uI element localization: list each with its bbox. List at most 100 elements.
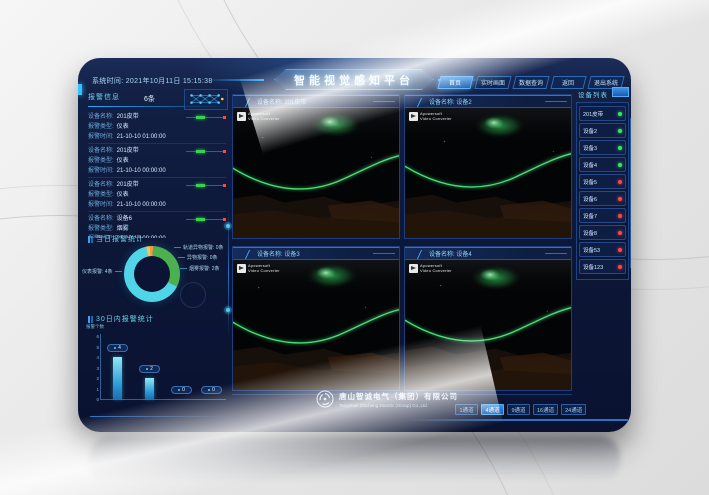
device-row[interactable]: 设备6 [579, 191, 626, 206]
channel-button-4[interactable]: 4通道 [481, 404, 504, 415]
platform-title: 智能视觉感知平台 [294, 72, 414, 88]
device-name: 设备5 [583, 178, 597, 186]
device-row[interactable]: 设备7 [579, 208, 626, 223]
alarm-timeline-slider[interactable] [186, 184, 226, 187]
bar-value-badge: 2 [139, 365, 160, 373]
alarm-timeline-slider[interactable] [186, 116, 226, 119]
video-scene [233, 260, 399, 390]
y-tick: 1 [87, 387, 99, 392]
company-name-en: Tangshan Zhicheng Electric (Group) Co.,L… [339, 403, 458, 408]
bar-value-badge: 4 [107, 344, 128, 352]
status-dot [618, 248, 622, 252]
device-label: 设备名称: [88, 214, 114, 224]
video-cell-3[interactable]: 设备名称: 设备3 Apowe [232, 246, 400, 391]
device-name: 设备53 [583, 246, 600, 254]
video-frame[interactable]: Apowersoft Video Converter [233, 108, 399, 238]
channel-button-1[interactable]: 1通道 [455, 404, 478, 415]
footer-line [408, 419, 628, 421]
channel-buttons: 1通道 4通道 9通道 16通道 24通道 [455, 404, 586, 415]
alarm-timeline-slider[interactable] [186, 150, 226, 153]
type-value: 烟雾 [117, 224, 129, 234]
platform-title-frame: 智能视觉感知平台 [274, 69, 434, 90]
device-value: 设备6 [117, 214, 132, 224]
alarm-item[interactable]: 设备名称:201皮带 报警类型:仪表 报警时间:21-10-10 00:00:0… [88, 144, 226, 178]
device-name: 设备6 [583, 195, 597, 203]
screenshot-stage: 系统时间: 2021年10月11日 15:15:38 智能视觉感知平台 首页 实… [0, 0, 709, 495]
device-row[interactable]: 设备4 [579, 157, 626, 172]
bar-value-badge: 0 [171, 386, 192, 394]
title-bar-decoration [88, 236, 90, 243]
device-row[interactable]: 201皮带 [579, 106, 626, 121]
donut-chart [124, 246, 180, 302]
device-list: 201皮带 设备2 设备3 设备4 设备5 设备6 设备7 设备8 设备53 设… [576, 102, 629, 280]
alarm-section-title: 报警信息 [88, 92, 120, 102]
y-tick: 3 [87, 366, 99, 371]
glow-dot [226, 224, 230, 228]
device-list-tab-button[interactable] [612, 87, 629, 97]
video-frame[interactable]: Apowersoft Video Converter [405, 108, 571, 238]
glow-dot [226, 308, 230, 312]
device-row[interactable]: 设备3 [579, 140, 626, 155]
title-bar-decoration [88, 316, 90, 323]
nav-button-data-query[interactable]: 数据查询 [512, 76, 549, 89]
watermark-line2: Video Converter [248, 269, 280, 274]
device-label: 设备名称: [88, 112, 114, 122]
donut-callout: 轨道异物报警: 0条 [174, 244, 224, 251]
video-scene [405, 260, 571, 390]
nav-button-back[interactable]: 返回 [550, 76, 586, 89]
time-label: 报警时间: [88, 132, 114, 142]
bar [113, 357, 122, 399]
channel-button-24[interactable]: 24通道 [561, 404, 586, 415]
device-row[interactable]: 设备53 [579, 242, 626, 257]
watermark-line2: Video Converter [420, 269, 452, 274]
video-scene [405, 108, 571, 238]
corner-accent [78, 84, 82, 95]
alarm-item[interactable]: 设备名称:201皮带 报警类型:仪表 报警时间:21-10-10 00:00:0… [88, 178, 226, 212]
device-label: 设备名称: [88, 180, 114, 190]
type-label: 报警类型: [88, 122, 114, 132]
video-title-bar: 设备名称: 设备4 [405, 247, 571, 260]
channel-button-9[interactable]: 9通道 [507, 404, 530, 415]
bar-value-badge: 0 [201, 386, 222, 394]
device-row[interactable]: 设备8 [579, 225, 626, 240]
apowersoft-logo-icon [409, 264, 418, 273]
status-dot [618, 146, 622, 150]
channel-button-16[interactable]: 16通道 [533, 404, 558, 415]
top-nav: 首页 实时画面 数据查询 返回 退出系统 [439, 76, 623, 89]
device-row[interactable]: 设备2 [579, 123, 626, 138]
type-label: 报警类型: [88, 156, 114, 166]
status-dot [618, 197, 622, 201]
video-title: 设备名称: 设备4 [429, 249, 472, 258]
y-tick: 6 [87, 334, 99, 339]
status-dot [618, 265, 622, 269]
nav-button-live-view[interactable]: 实时画面 [474, 76, 511, 89]
device-row[interactable]: 设备5 [579, 174, 626, 189]
device-name: 设备8 [583, 229, 597, 237]
time-value: 21-10-10 00:00:00 [117, 200, 166, 210]
video-title: 设备名称: 设备2 [429, 97, 472, 106]
status-dot [618, 214, 622, 218]
type-value: 仪表 [117, 156, 129, 166]
video-frame[interactable]: Apowersoft Video Converter [405, 260, 571, 390]
donut-callout: 烟雾报警: 2条 [180, 265, 220, 272]
network-topology-icon [184, 89, 228, 110]
scrollbar[interactable] [630, 118, 631, 268]
device-label: 设备名称: [88, 146, 114, 156]
device-row[interactable]: 设备123 [579, 259, 626, 274]
time-value: 21-10-10 00:00:00 [117, 166, 166, 176]
status-dot [618, 231, 622, 235]
watermark: Apowersoft Video Converter [409, 112, 452, 121]
slash-decoration [417, 98, 426, 107]
video-frame[interactable]: Apowersoft Video Converter [233, 260, 399, 390]
video-cell-1[interactable]: 设备名称: 201皮带 Apo [232, 94, 400, 239]
alarm-item[interactable]: 设备名称:201皮带 报警类型:仪表 报警时间:21-10-10 01:00:0… [88, 110, 226, 144]
device-value: 201皮带 [117, 112, 139, 122]
video-cell-4[interactable]: 设备名称: 设备4 Apowe [404, 246, 572, 391]
device-name: 设备4 [583, 161, 597, 169]
video-cell-2[interactable]: 设备名称: 设备2 Apowe [404, 94, 572, 239]
type-label: 报警类型: [88, 224, 114, 234]
video-title-bar: 设备名称: 201皮带 [233, 95, 399, 108]
nav-button-home[interactable]: 首页 [437, 76, 473, 89]
donut-callout: 异物报警: 0条 [178, 254, 218, 261]
alarm-timeline-slider[interactable] [186, 218, 226, 221]
